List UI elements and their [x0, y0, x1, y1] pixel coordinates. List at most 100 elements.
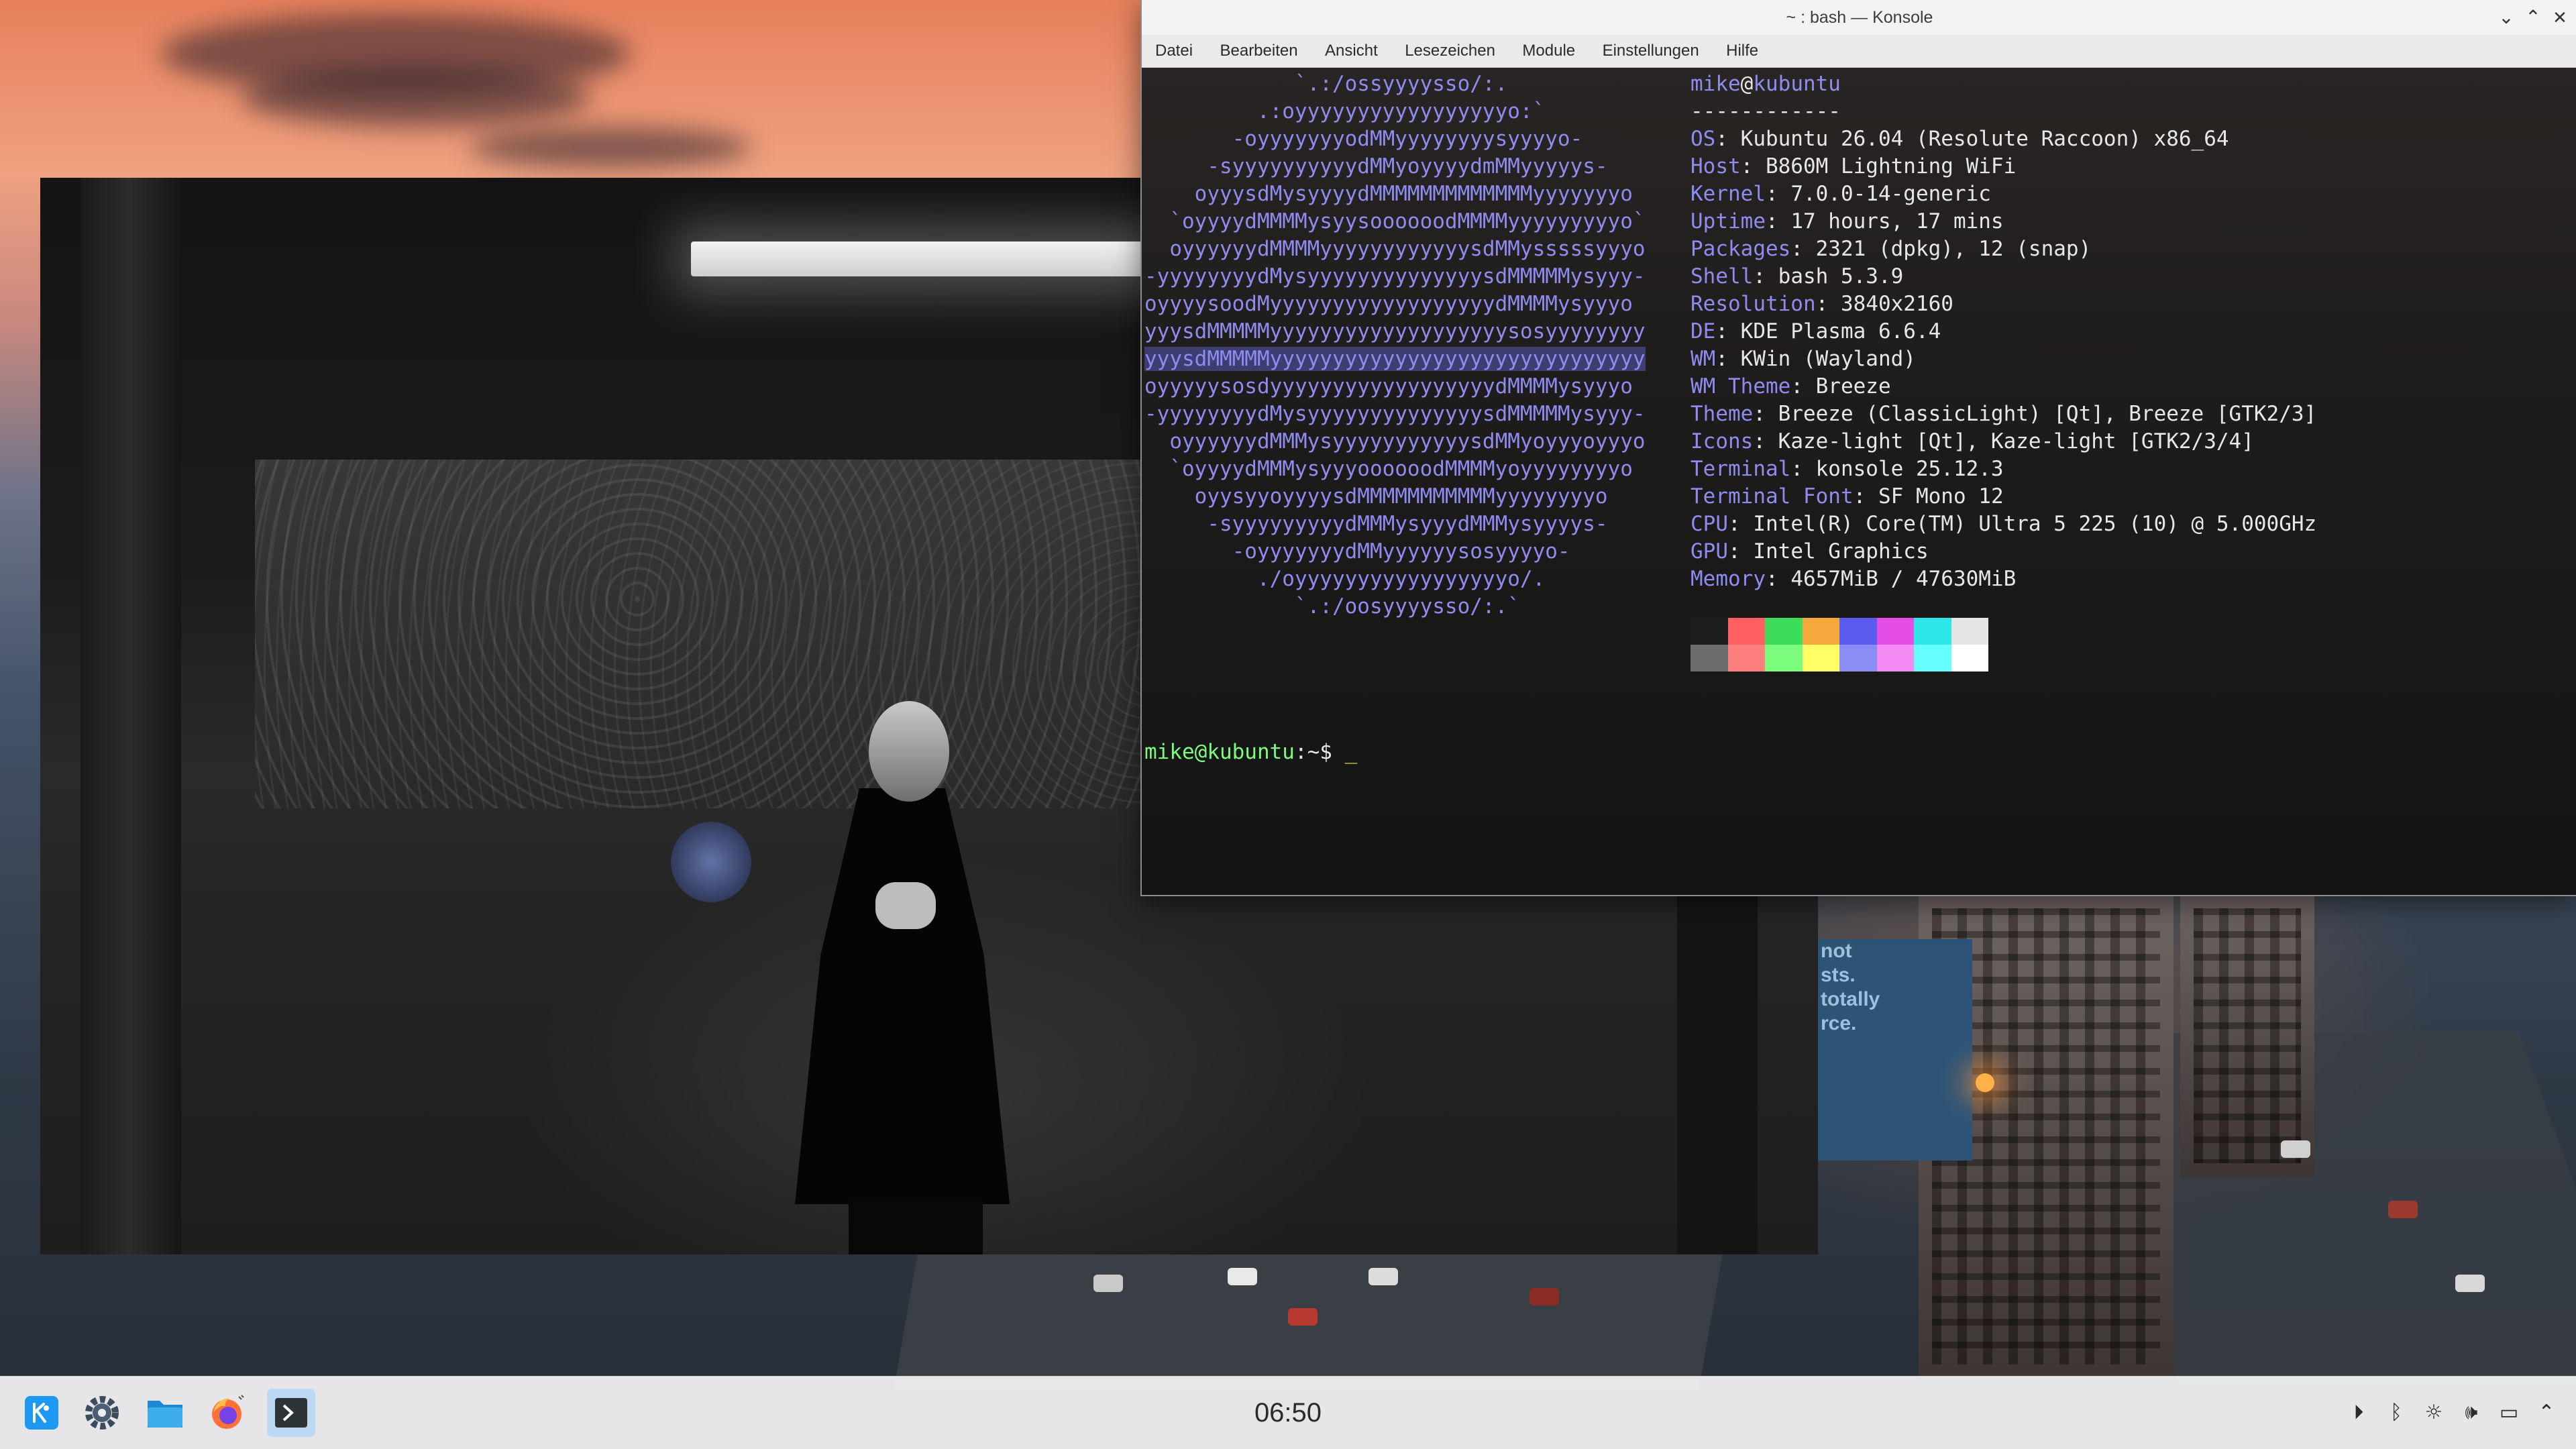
palette-swatch	[1802, 618, 1839, 645]
menu-einstellungen[interactable]: Einstellungen	[1591, 35, 1711, 67]
info-key: Uptime	[1690, 209, 1766, 233]
palette-swatch	[1727, 618, 1765, 645]
palette-swatch	[1765, 645, 1803, 672]
logo-line: `.:/ossyyyysso/:.	[1144, 72, 1508, 96]
volume-icon[interactable]: 🕪	[2458, 1399, 2485, 1426]
menu-lesezeichen[interactable]: Lesezeichen	[1393, 35, 1507, 67]
palette-swatch	[1690, 645, 1728, 672]
konsole-window[interactable]: ~ : bash — Konsole ⌄ ⌃ ✕ Datei Bearbeite…	[1140, 0, 2576, 896]
info-key: WM Theme	[1690, 374, 1791, 398]
info-key: CPU	[1690, 512, 1728, 536]
info-value: 17 hours, 17 mins	[1790, 209, 2004, 233]
media-play-icon[interactable]: ⏵	[2345, 1399, 2372, 1426]
brightness-icon[interactable]: ☼	[2420, 1399, 2447, 1426]
info-key: GPU	[1690, 539, 1728, 564]
logo-line: oyyyyyydMMMMyyyyyyyyyyyysdMMysssssyyyo	[1144, 237, 1646, 261]
menu-hilfe[interactable]: Hilfe	[1714, 35, 1770, 67]
shell-prompt-line[interactable]: mike@kubuntu:~$ _	[1144, 739, 1357, 766]
info-value: 7.0.0-14-generic	[1790, 182, 1991, 206]
info-user: mike	[1690, 72, 1741, 96]
window-titlebar[interactable]: ~ : bash — Konsole ⌄ ⌃ ✕	[1142, 0, 2576, 35]
info-value: bash 5.3.9	[1778, 264, 1904, 288]
info-key: Kernel	[1690, 182, 1766, 206]
wallpaper-building	[2180, 895, 2314, 1177]
video-ceiling-light	[691, 241, 1214, 276]
bluetooth-icon[interactable]: ᛒ	[2383, 1399, 2410, 1426]
info-value: KDE Plasma 6.6.4	[1740, 319, 1941, 343]
palette-swatch	[1914, 645, 1951, 672]
info-key: Terminal Font	[1690, 484, 1854, 508]
info-key: Resolution	[1690, 292, 1816, 316]
logo-line: oyyysdMysyyyydMMMMMMMMMMMMMyyyyyyyo	[1144, 182, 1633, 206]
logo-line: oyyyysoodMyyyyyyyyyyyyyyyyyydMMMMysyyyo	[1144, 292, 1633, 316]
logo-line: -oyyyyyyydMMyyyyyysosyyyyo-	[1144, 539, 1570, 564]
info-value: 4657MiB / 47630MiB	[1790, 567, 2017, 591]
info-value: Breeze	[1815, 374, 1891, 398]
menubar: Datei Bearbeiten Ansicht Lesezeichen Mod…	[1142, 35, 2576, 68]
video-graffiti-mark	[671, 822, 751, 902]
billboard-text: rce.	[1821, 1012, 1857, 1034]
color-palette	[1690, 618, 1988, 672]
palette-swatch	[1690, 618, 1728, 645]
logo-line: oyyyyysosdyyyyyyyyyyyyyyyyyydMMMMysyyyo	[1144, 374, 1633, 398]
logo-line: yyysdMMMMMyyyyyyyyyyyyyyyyyyysosyyyyyyyy	[1144, 319, 1646, 343]
info-key: OS	[1690, 127, 1716, 151]
wallpaper-billboard: not sts. totally rce.	[1811, 939, 1972, 1161]
palette-row	[1690, 645, 1988, 672]
palette-swatch	[1914, 618, 1951, 645]
palette-swatch	[1876, 645, 1914, 672]
menu-datei[interactable]: Datei	[1142, 35, 1205, 67]
maximize-icon[interactable]: ⌃	[2522, 7, 2544, 28]
wallpaper-car	[1288, 1308, 1318, 1326]
logo-line: yyysdMMMMMyyyyyyyyyyyyyyyyyyyyyyyyyyyyyy	[1144, 347, 1646, 371]
wallpaper-car	[2281, 1140, 2310, 1158]
shell-prompt: mike@kubuntu	[1144, 740, 1295, 764]
info-key: Shell	[1690, 264, 1754, 288]
wallpaper-car	[1529, 1288, 1559, 1305]
logo-line: -yyyyyyyydMysyyyyyyyyyyyyyysdMMMMMysyyy-	[1144, 264, 1646, 288]
wallpaper-cloud	[241, 67, 590, 127]
info-value: Intel Graphics	[1753, 539, 1929, 564]
logo-line: `oyyyydMMMysyyyoooooodMMMMyoyyyyyyyyo	[1144, 457, 1633, 481]
palette-swatch	[1951, 645, 1988, 672]
fastfetch-logo: `.:/ossyyyysso/:. .:oyyyyyyyyyyyyyyyyyo:…	[1144, 70, 1646, 621]
logo-line: .:oyyyyyyyyyyyyyyyyyo:`	[1144, 99, 1546, 123]
info-value: 2321 (dpkg), 12 (snap)	[1815, 237, 2092, 261]
video-person-figure	[768, 688, 1036, 1254]
billboard-text: totally	[1821, 988, 1880, 1010]
info-key: Packages	[1690, 237, 1791, 261]
menu-bearbeiten[interactable]: Bearbeiten	[1208, 35, 1309, 67]
prompt-suffix: :~$	[1294, 740, 1345, 764]
logo-line: oyysyyoyyyysdMMMMMMMMMMMyyyyyyyyo	[1144, 484, 1608, 508]
close-icon[interactable]: ✕	[2549, 7, 2571, 28]
logo-line: -oyyyyyyyodMMyyyyyyyysyyyyo-	[1144, 127, 1583, 151]
menu-ansicht[interactable]: Ansicht	[1313, 35, 1390, 67]
wallpaper-streetlight	[1976, 1073, 1994, 1092]
billboard-text: sts.	[1821, 964, 1856, 986]
menu-module[interactable]: Module	[1510, 35, 1587, 67]
logo-line: oyyyyyydMMMysyyyyyyyyyyysdMMyoyyyoyyyo	[1144, 429, 1646, 453]
info-key: Terminal	[1690, 457, 1791, 481]
billboard-text: not	[1821, 940, 1852, 962]
minimize-icon[interactable]: ⌄	[2496, 7, 2517, 28]
info-value: konsole 25.12.3	[1815, 457, 2004, 481]
fastfetch-info: mike@kubuntu ------------ OS: Kubuntu 26…	[1690, 72, 2317, 591]
info-value: 3840x2160	[1840, 292, 1953, 316]
wallpaper-car	[2388, 1201, 2418, 1218]
palette-swatch	[1765, 618, 1803, 645]
terminal-area[interactable]: `.:/ossyyyysso/:. .:oyyyyyyyyyyyyyyyyyo:…	[1142, 68, 2576, 895]
info-host: kubuntu	[1753, 72, 1841, 96]
info-value: KWin (Wayland)	[1740, 347, 1916, 371]
clock[interactable]: 06:50	[0, 1377, 2576, 1449]
chevron-up-icon[interactable]: ⌃	[2533, 1399, 2560, 1426]
info-value: Intel(R) Core(TM) Ultra 5 225 (10) @ 5.0…	[1753, 512, 2317, 536]
wallpaper-car	[1093, 1275, 1123, 1292]
palette-row	[1690, 618, 1988, 645]
info-value: Breeze (ClassicLight) [Qt], Breeze [GTK2…	[1778, 402, 2317, 426]
wallpaper-car	[1368, 1268, 1398, 1285]
info-key: Host	[1690, 154, 1741, 178]
palette-swatch	[1802, 645, 1839, 672]
info-key: Theme	[1690, 402, 1754, 426]
info-separator: ------------	[1690, 99, 1841, 123]
network-icon[interactable]: ▭	[2496, 1399, 2522, 1426]
